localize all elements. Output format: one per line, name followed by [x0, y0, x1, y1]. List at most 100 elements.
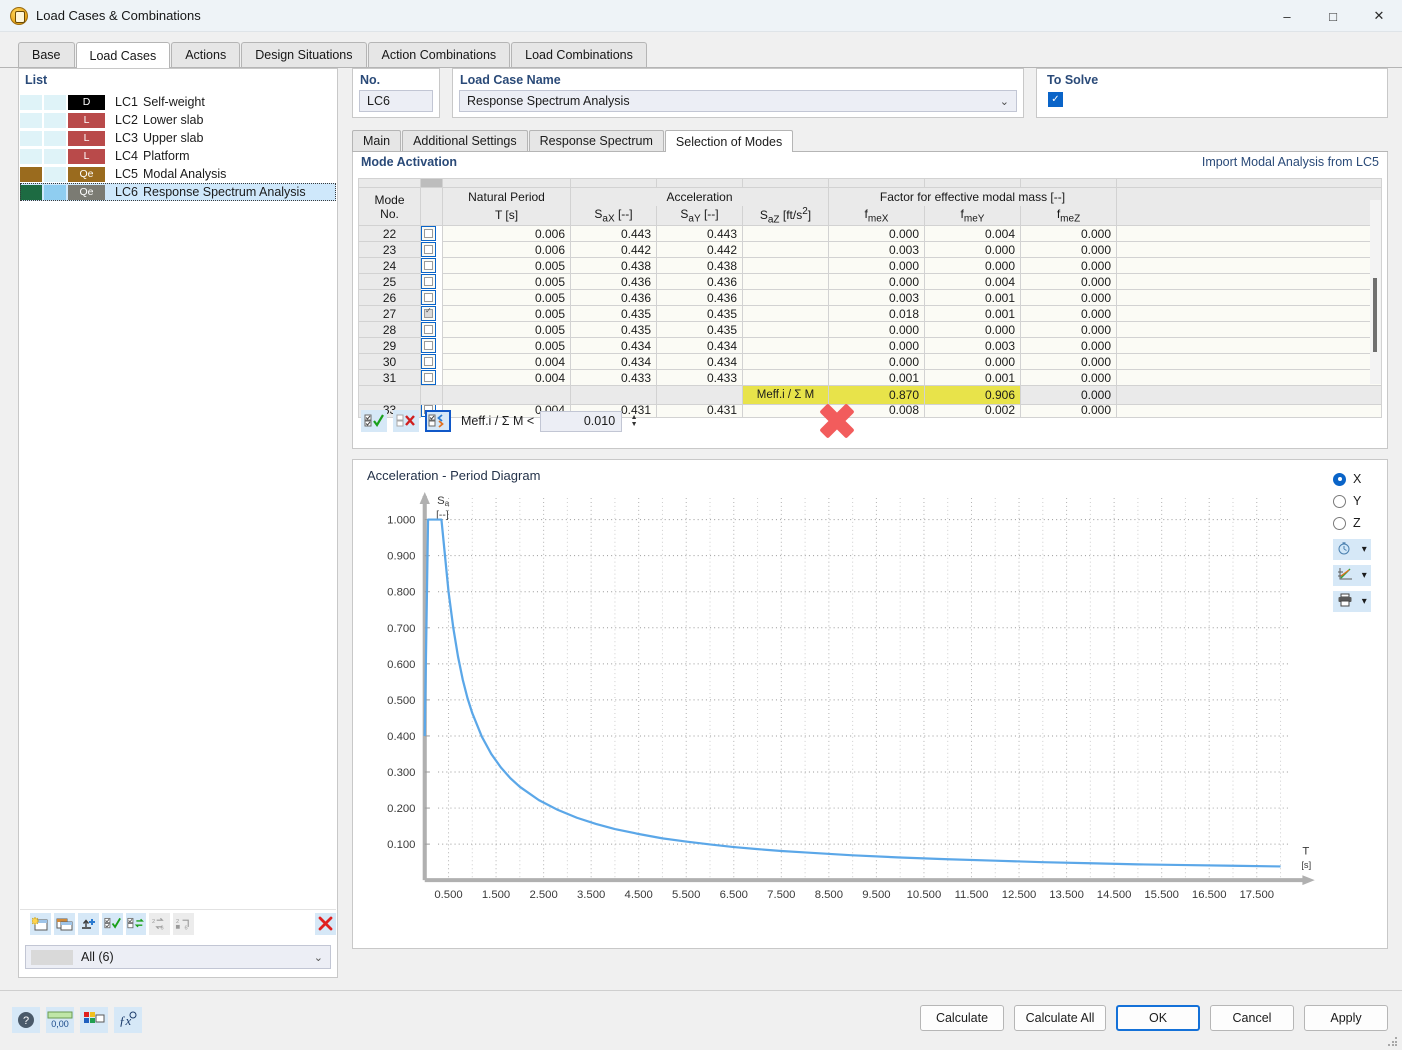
diagram-settings-icon[interactable]: ▾	[1333, 539, 1371, 560]
help-icon[interactable]: ?	[12, 1007, 40, 1033]
import-load-case-button[interactable]	[78, 913, 99, 935]
cell-activation-checkbox[interactable]	[421, 354, 436, 369]
cell-activation-checkbox[interactable]	[421, 258, 436, 273]
table-row[interactable]: 300.0040.4340.4340.0000.0000.000	[359, 354, 1382, 370]
inner-tab-additional-settings[interactable]: Additional Settings	[402, 130, 528, 151]
chart-area[interactable]: 0.1000.2000.3000.4000.5000.6000.7000.800…	[365, 492, 1323, 918]
col-activation[interactable]	[421, 188, 443, 226]
mode-checkbox[interactable]	[424, 373, 433, 382]
cell-activation-checkbox[interactable]	[421, 370, 436, 385]
scrollbar-thumb[interactable]	[1373, 278, 1377, 352]
tab-action-combinations[interactable]: Action Combinations	[368, 42, 511, 67]
resize-grip[interactable]	[1388, 1037, 1398, 1047]
direction-radio-x[interactable]: X	[1333, 468, 1377, 490]
criterion-stepper[interactable]: ▲ ▼	[628, 414, 640, 428]
list-item[interactable]: DLC1Self-weight	[20, 93, 336, 111]
chevron-down-icon[interactable]: ▾	[1362, 544, 1367, 555]
table-row[interactable]: 230.0060.4420.4420.0030.0000.000	[359, 242, 1382, 258]
direction-radio-y[interactable]: Y	[1333, 490, 1377, 512]
ok-button[interactable]: OK	[1116, 1005, 1200, 1031]
table-row[interactable]: 280.0050.4350.4350.0000.0000.000	[359, 322, 1382, 338]
stepper-down-icon[interactable]: ▼	[631, 421, 638, 428]
mode-checkbox[interactable]	[424, 245, 433, 254]
delete-load-case-button[interactable]	[315, 913, 336, 935]
cell-activation-checkbox[interactable]	[421, 338, 436, 353]
units-icon[interactable]: 0,00	[46, 1007, 74, 1033]
col-fmeZ[interactable]: fmeZ	[1021, 206, 1117, 226]
table-row[interactable]: 290.0050.4340.4340.0000.0030.000	[359, 338, 1382, 354]
col-mode-no[interactable]: ModeNo.	[359, 188, 421, 226]
tab-load-combinations[interactable]: Load Combinations	[511, 42, 647, 67]
load-case-list[interactable]: DLC1Self-weightLLC2Lower slabLLC3Upper s…	[20, 93, 336, 909]
list-item[interactable]: LLC2Lower slab	[20, 111, 336, 129]
inner-tab-main[interactable]: Main	[352, 130, 401, 151]
tab-design-situations[interactable]: Design Situations	[241, 42, 366, 67]
list-item[interactable]: QeLC5Modal Analysis	[20, 165, 336, 183]
cell-activation-checkbox[interactable]	[421, 242, 436, 257]
activate-modes-by-criterion-button[interactable]	[425, 410, 451, 432]
col-fmeY[interactable]: fmeY	[925, 206, 1021, 226]
mode-checkbox[interactable]	[424, 277, 433, 286]
copy-load-case-button[interactable]	[54, 913, 75, 935]
cancel-button[interactable]: Cancel	[1210, 1005, 1294, 1031]
mode-checkbox[interactable]	[424, 357, 433, 366]
to-solve-checkbox[interactable]: ✓	[1048, 92, 1063, 107]
radio-icon[interactable]	[1333, 495, 1346, 508]
table-row[interactable]: 250.0050.4360.4360.0000.0040.000	[359, 274, 1382, 290]
load-case-no-field[interactable]: LC6	[359, 90, 433, 112]
col-acceleration-group[interactable]: Acceleration	[571, 188, 829, 206]
mode-checkbox[interactable]	[424, 309, 433, 318]
apply-button[interactable]: Apply	[1304, 1005, 1388, 1031]
col-SaY[interactable]: SaY [--]	[657, 206, 743, 226]
formula-icon[interactable]: ƒx	[114, 1007, 142, 1033]
tab-load-cases[interactable]: Load Cases	[76, 42, 171, 68]
list-item[interactable]: QeLC6Response Spectrum Analysis	[20, 183, 336, 201]
diagram-curve-icon[interactable]: ▾	[1333, 565, 1371, 586]
list-filter-combo[interactable]: All (6) ⌄	[25, 945, 331, 969]
col-fmeX[interactable]: fmeX	[829, 206, 925, 226]
criterion-input[interactable]: 0.010	[540, 411, 622, 432]
col-SaZ[interactable]: SaZ [ft/s2]	[743, 206, 829, 226]
calculate-all-button[interactable]: Calculate All	[1014, 1005, 1106, 1031]
table-row[interactable]: 260.0050.4360.4360.0030.0010.000	[359, 290, 1382, 306]
chevron-down-icon[interactable]: ▾	[1362, 570, 1367, 581]
table-row[interactable]: 270.0050.4350.4350.0180.0010.000	[359, 306, 1382, 322]
activate-all-modes-button[interactable]	[361, 410, 387, 432]
table-row[interactable]: 240.0050.4380.4380.0000.0000.000	[359, 258, 1382, 274]
radio-icon[interactable]	[1333, 517, 1346, 530]
maximize-icon[interactable]: □	[1310, 0, 1356, 32]
direction-radio-z[interactable]: Z	[1333, 512, 1377, 534]
cell-activation-checkbox[interactable]	[421, 322, 436, 337]
modes-table-scrollbar[interactable]	[1370, 200, 1381, 384]
inner-tab-selection-of-modes[interactable]: Selection of Modes	[665, 130, 793, 152]
calculate-button[interactable]: Calculate	[920, 1005, 1004, 1031]
radio-icon[interactable]	[1333, 473, 1346, 486]
cell-activation-checkbox[interactable]	[421, 290, 436, 305]
new-load-case-button[interactable]	[30, 913, 51, 935]
invert-selection-button[interactable]	[126, 913, 147, 935]
list-item[interactable]: LLC4Platform	[20, 147, 336, 165]
cell-activation-checkbox[interactable]	[421, 226, 436, 241]
mode-checkbox[interactable]	[424, 341, 433, 350]
tab-actions[interactable]: Actions	[171, 42, 240, 67]
display-properties-icon[interactable]	[80, 1007, 108, 1033]
inner-tab-response-spectrum[interactable]: Response Spectrum	[529, 130, 664, 151]
cell-activation-checkbox[interactable]	[421, 274, 436, 289]
mode-checkbox[interactable]	[424, 229, 433, 238]
mode-checkbox[interactable]	[424, 261, 433, 270]
col-factor-group[interactable]: Factor for effective modal mass [--]	[829, 188, 1117, 206]
select-all-button[interactable]	[102, 913, 123, 935]
minimize-icon[interactable]: –	[1264, 0, 1310, 32]
chevron-down-icon[interactable]: ▾	[1362, 596, 1367, 607]
import-modal-analysis-link[interactable]: Import Modal Analysis from LC5	[1202, 155, 1379, 169]
modes-table-wrapper[interactable]: ModeNo. Natural Period Acceleration Fact…	[358, 178, 1382, 385]
table-row[interactable]: 220.0060.4430.4430.0000.0040.000	[359, 226, 1382, 242]
load-case-name-field[interactable]: Response Spectrum Analysis ⌄	[459, 90, 1017, 112]
tab-base[interactable]: Base	[18, 42, 75, 67]
mode-checkbox[interactable]	[424, 325, 433, 334]
list-item[interactable]: LLC3Upper slab	[20, 129, 336, 147]
col-SaX[interactable]: SaX [--]	[571, 206, 657, 226]
print-icon[interactable]: ▾	[1333, 591, 1371, 612]
stepper-up-icon[interactable]: ▲	[631, 414, 638, 421]
cell-activation-checkbox[interactable]	[421, 306, 436, 321]
